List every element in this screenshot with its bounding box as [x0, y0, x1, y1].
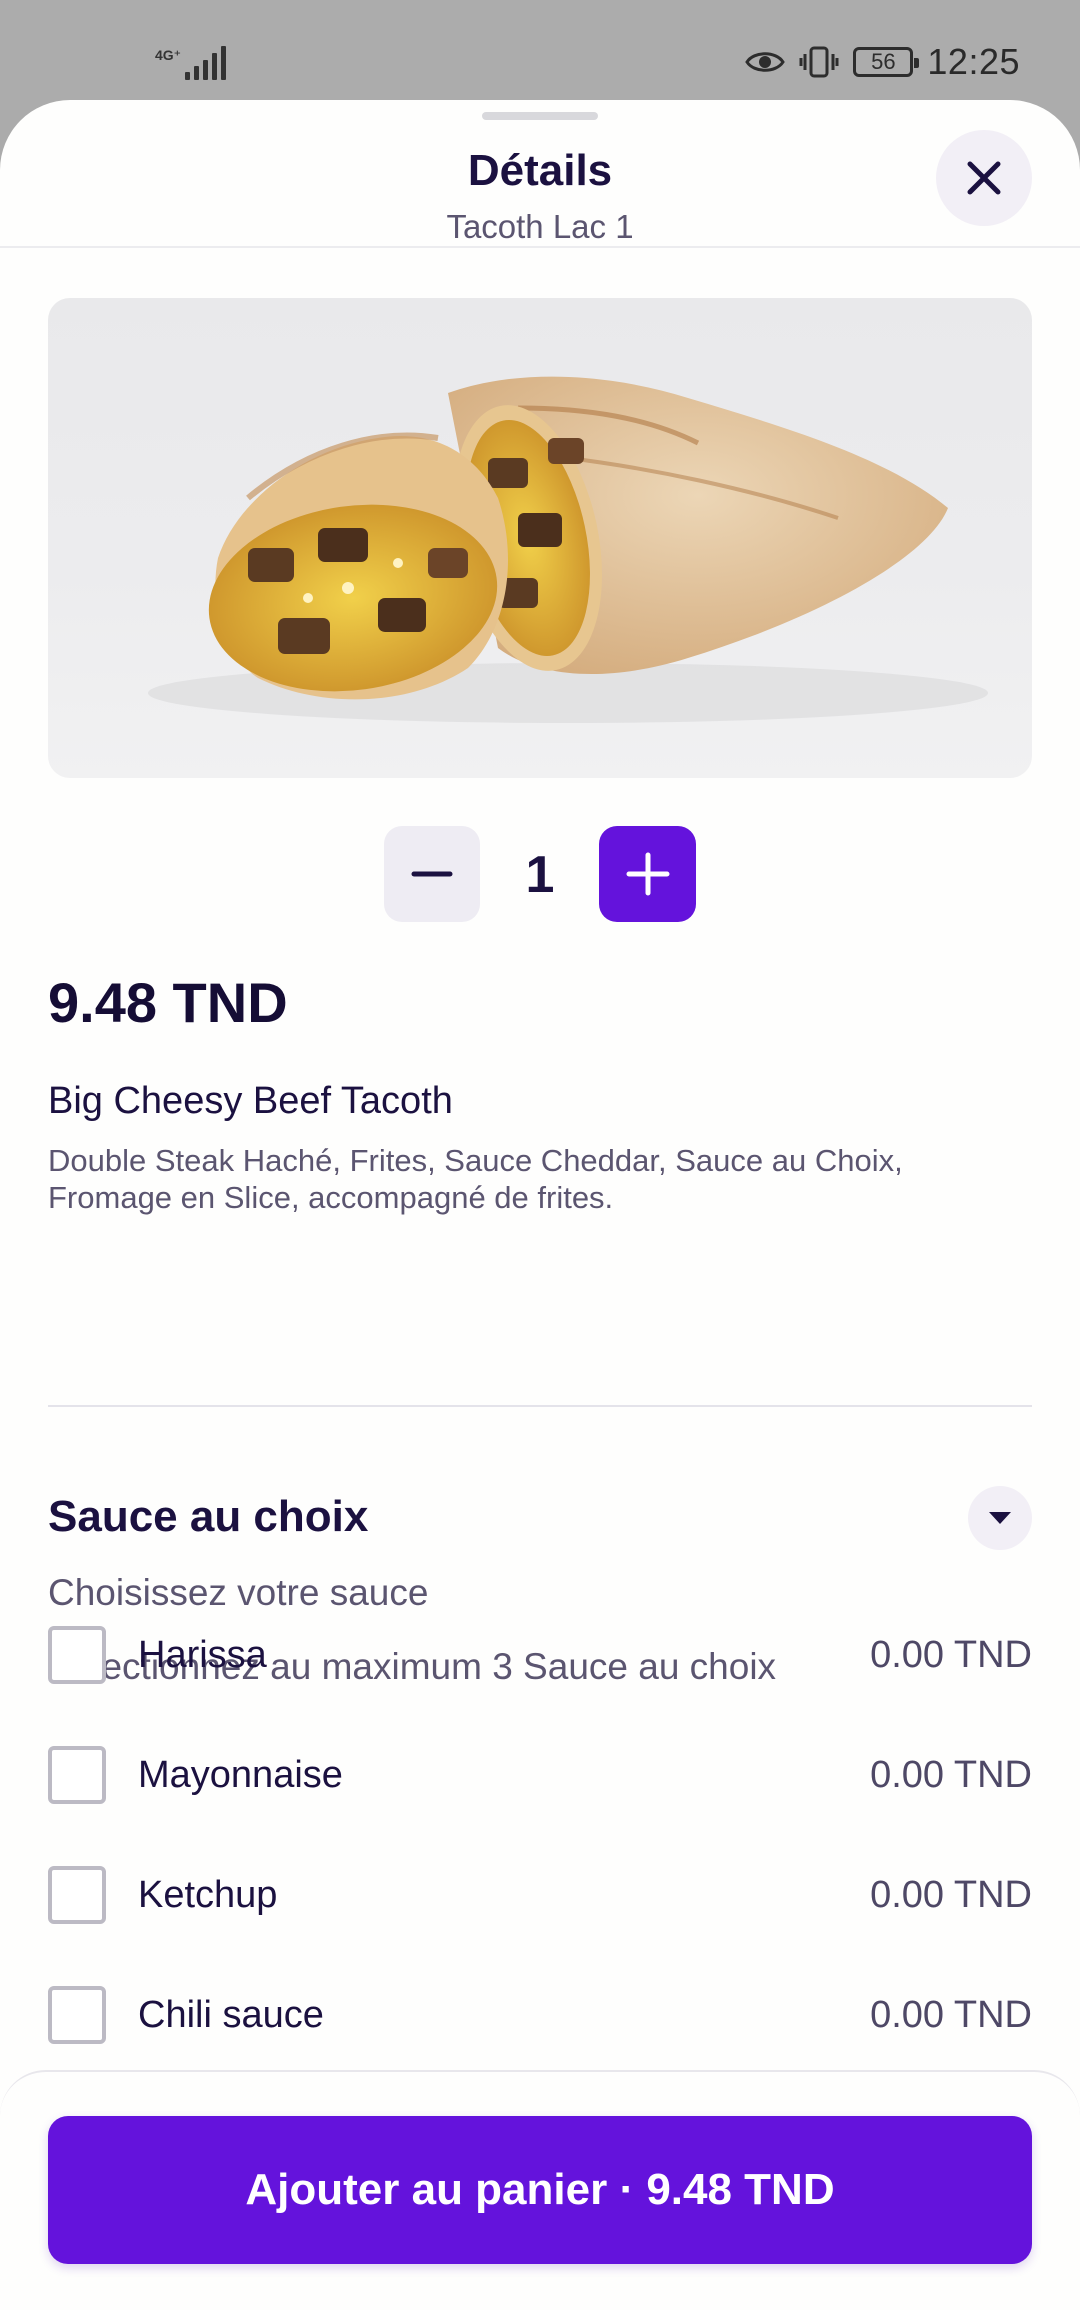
option-row-mayonnaise[interactable]: Mayonnaise 0.00 TND: [48, 1740, 1032, 1810]
option-row-chili-sauce[interactable]: Chili sauce 0.00 TND: [48, 1980, 1032, 2050]
option-row-ketchup[interactable]: Ketchup 0.00 TND: [48, 1860, 1032, 1930]
signal-indicator: 4G⁺: [155, 40, 227, 80]
option-checkbox[interactable]: [48, 1626, 106, 1684]
quantity-value: 1: [525, 846, 555, 904]
option-checkbox[interactable]: [48, 1746, 106, 1804]
section-divider: [48, 1405, 1032, 1407]
option-price: 0.00 TND: [870, 1873, 1032, 1916]
option-price: 0.00 TND: [870, 1993, 1032, 2036]
product-name: Big Cheesy Beef Tacoth: [48, 1080, 453, 1122]
increase-quantity-button[interactable]: [599, 826, 696, 922]
add-to-cart-button[interactable]: Ajouter au panier · 9.48 TND: [48, 2116, 1032, 2264]
minus-icon: [411, 871, 453, 877]
close-icon: [967, 161, 1001, 195]
options-subtitle: Choisissez votre sauce: [48, 1572, 429, 1613]
collapse-options-button[interactable]: [968, 1486, 1032, 1550]
battery-level: 56: [871, 49, 896, 74]
battery-icon: 56: [853, 47, 920, 77]
option-label: Ketchup: [138, 1873, 278, 1916]
product-details-sheet: Détails Tacoth Lac 1 1 9.48 TND Big Chee…: [0, 100, 1080, 2310]
caret-down-icon: [989, 1512, 1011, 1524]
option-price: 0.00 TND: [870, 1633, 1032, 1676]
option-label: Chili sauce: [138, 1993, 324, 2036]
vibrate-icon: [799, 46, 839, 78]
network-type: 4G⁺: [155, 47, 182, 63]
product-price: 9.48 TND: [48, 971, 288, 1034]
option-checkbox[interactable]: [48, 1986, 106, 2044]
product-image: [48, 298, 1032, 778]
eye-icon: [745, 52, 786, 72]
signal-icon: [185, 46, 227, 80]
option-label: Harissa: [138, 1633, 267, 1676]
options-section-title: Sauce au choix: [48, 1492, 369, 1541]
clock: 12:25: [927, 41, 1020, 82]
wrap-illustration: [148, 376, 988, 723]
header-divider: [0, 246, 1080, 248]
option-row-harissa[interactable]: Harissa 0.00 TND: [48, 1620, 1032, 1690]
option-price: 0.00 TND: [870, 1753, 1032, 1796]
plus-icon: [626, 852, 669, 896]
close-button[interactable]: [936, 130, 1032, 226]
decrease-quantity-button[interactable]: [384, 826, 480, 922]
restaurant-name: Tacoth Lac 1: [446, 208, 634, 245]
option-label: Mayonnaise: [138, 1753, 343, 1796]
drag-handle[interactable]: [482, 112, 598, 120]
option-checkbox[interactable]: [48, 1866, 106, 1924]
product-description: Double Steak Haché, Frites, Sauce Chedda…: [48, 1143, 903, 1215]
status-bar: 4G⁺ 56 12:25: [0, 0, 1080, 110]
sheet-title: Détails: [467, 146, 613, 195]
